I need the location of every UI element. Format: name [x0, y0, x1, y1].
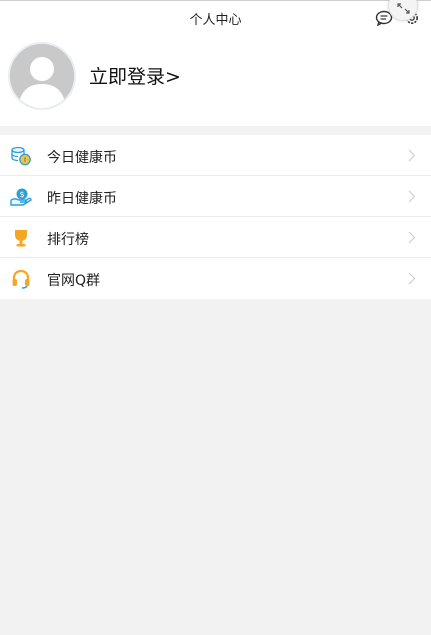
menu-item-qq-group[interactable]: 官网Q群 — [0, 258, 431, 299]
menu-item-label: 官网Q群 — [47, 273, 101, 289]
menu-list: 今日健康币 $ 昨日健康币 排行榜 官网Q群 — [0, 135, 431, 299]
expand-icon — [397, 3, 410, 14]
menu-item-label: 排行榜 — [47, 232, 89, 248]
menu-item-label: 昨日健康币 — [47, 191, 117, 207]
chevron-right-icon — [408, 190, 416, 203]
trophy-icon — [15, 230, 27, 247]
menu-item-leaderboard[interactable]: 排行榜 — [0, 217, 431, 258]
login-link[interactable]: 立即登录> — [89, 62, 181, 89]
top-bar: 个人中心 — [0, 0, 431, 34]
menu-item-today-coins[interactable]: 今日健康币 — [0, 135, 431, 176]
headset-icon — [12, 269, 30, 289]
chevron-right-icon — [408, 231, 416, 244]
menu-item-label: 今日健康币 — [47, 150, 117, 166]
chevron-right-icon — [408, 272, 416, 285]
login-label: 立即登录 — [89, 66, 166, 88]
chevron-right-icon — [408, 149, 416, 162]
page-title: 个人中心 — [189, 13, 242, 28]
svg-text:$: $ — [19, 190, 24, 199]
login-arrow: > — [165, 66, 181, 88]
menu-item-yesterday-coins[interactable]: $ 昨日健康币 — [0, 176, 431, 217]
hand-coin-icon: $ — [10, 188, 32, 206]
coins-icon — [11, 146, 31, 166]
profile-card[interactable]: 立即登录> — [0, 34, 431, 126]
default-user-icon — [10, 44, 74, 108]
avatar[interactable] — [8, 42, 76, 110]
